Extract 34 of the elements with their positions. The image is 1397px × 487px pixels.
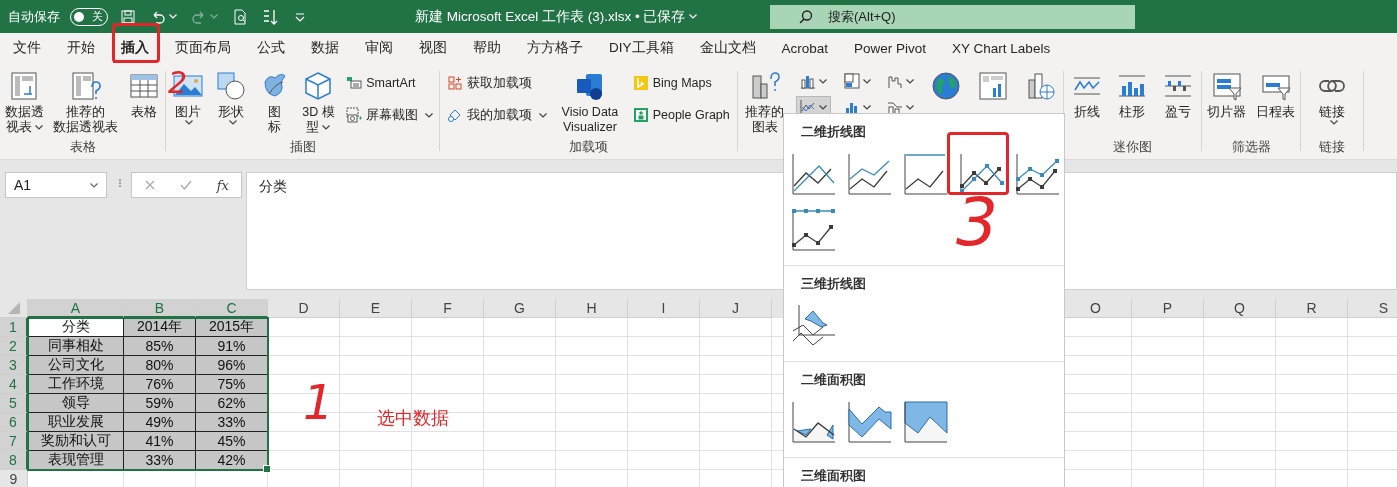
group-label: 加载项 xyxy=(569,139,608,156)
autosave-label: 自动保存 xyxy=(8,7,60,26)
section-title: 三维面积图 xyxy=(800,468,867,485)
table-cell: 33% xyxy=(196,413,268,432)
table-cell: 41% xyxy=(124,432,196,451)
table-cell: 62% xyxy=(196,394,268,413)
table-cell: 45% xyxy=(196,432,268,451)
table-cell: 公司文化 xyxy=(28,356,124,375)
group-label: 链接 xyxy=(1319,139,1345,156)
table-cell: 80% xyxy=(124,356,196,375)
table-cell: 49% xyxy=(124,413,196,432)
table-cell: 奖励和认可 xyxy=(28,432,124,451)
section-title: 二维面积图 xyxy=(800,372,867,389)
step-number: 2 xyxy=(168,68,188,98)
table-cell: 工作环境 xyxy=(28,375,124,394)
window-title: 新建 Microsoft Excel 工作表 (3).xlsx • 已保存 xyxy=(400,7,770,26)
step-number: 3 xyxy=(956,190,998,256)
group-label: 筛选器 xyxy=(1231,139,1271,156)
section-title: 二维折线图 xyxy=(800,124,867,141)
table-cell: 75% xyxy=(196,375,268,394)
table-cell: 同事相处 xyxy=(28,337,124,356)
step-number: 1 xyxy=(303,378,334,426)
annotation-note: 选中数据 xyxy=(377,409,449,427)
table-cell: 96% xyxy=(196,356,268,375)
table-cell: 职业发展 xyxy=(28,413,124,432)
group-label: 迷你图 xyxy=(1113,139,1152,156)
group-label: 表格 xyxy=(69,139,96,156)
table-cell: 91% xyxy=(196,337,268,356)
table-cell: 领导 xyxy=(28,394,124,413)
group-label: 插图 xyxy=(289,139,316,156)
table-cell: 76% xyxy=(124,375,196,394)
table-cell: 59% xyxy=(124,394,196,413)
table-cell: 85% xyxy=(124,337,196,356)
section-title: 三维折线图 xyxy=(800,276,867,293)
